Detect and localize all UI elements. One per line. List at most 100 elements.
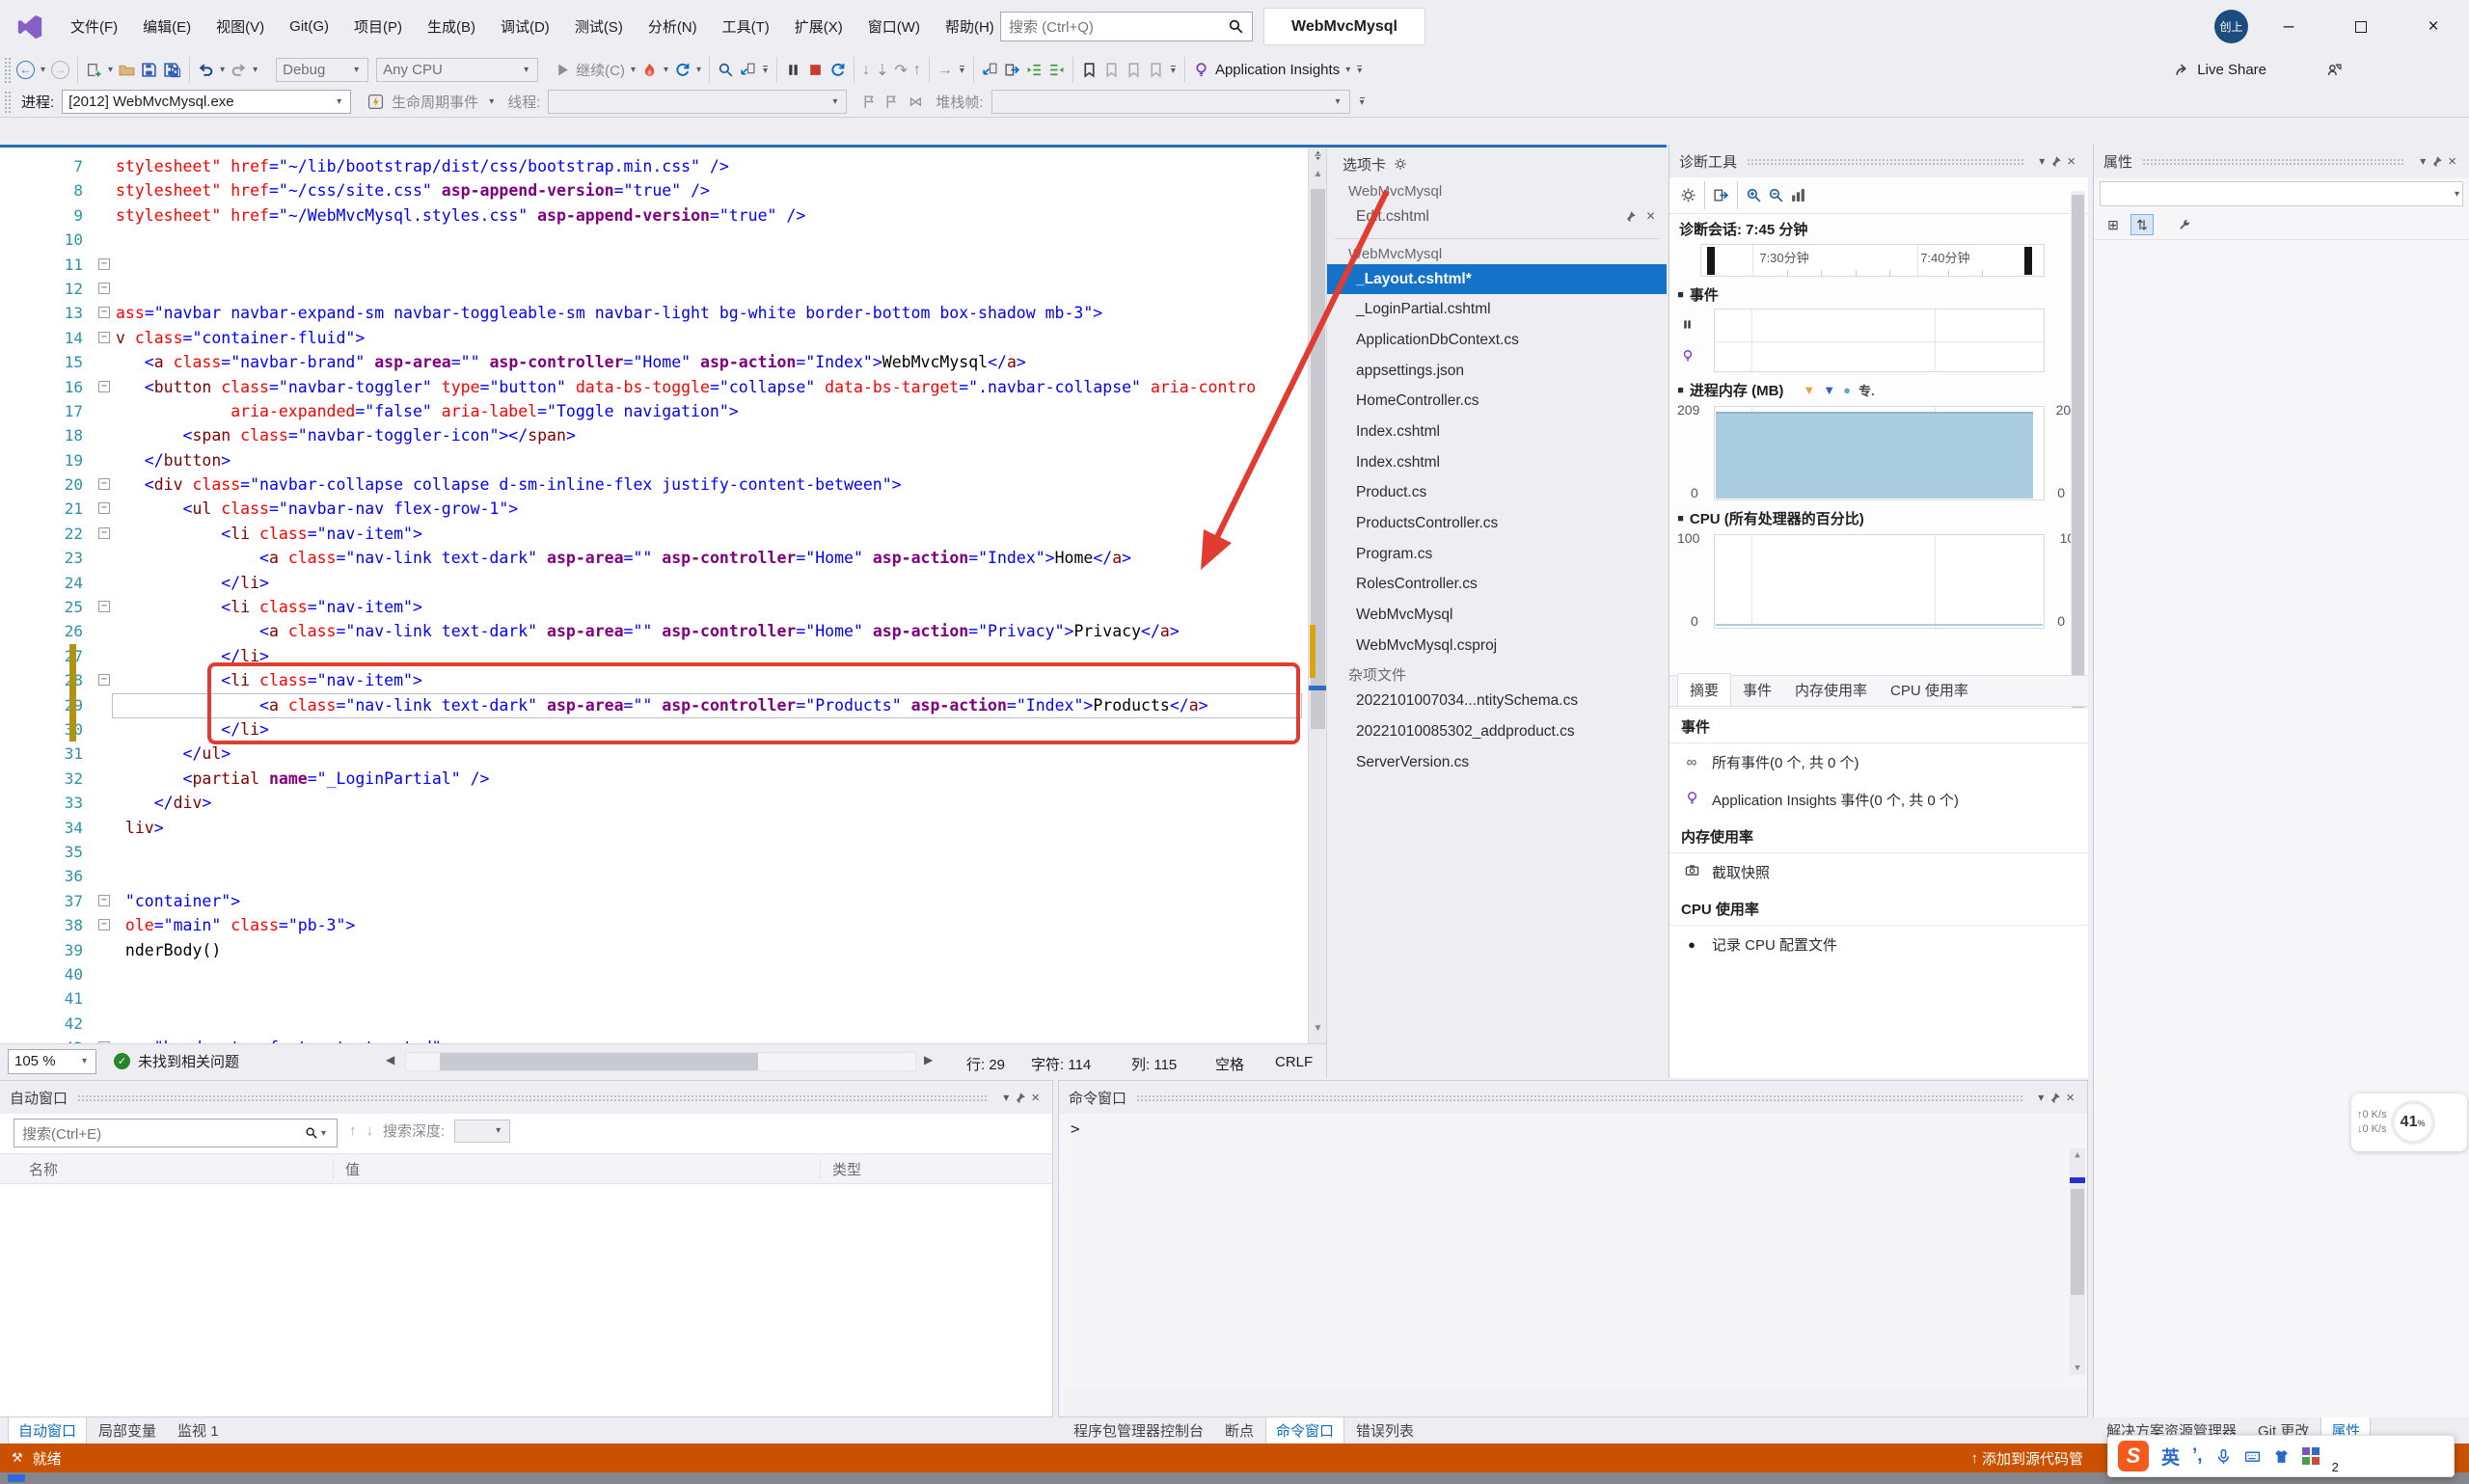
interactive-window-button[interactable] (1001, 58, 1023, 83)
step-into-button[interactable]: ↓ (859, 58, 873, 83)
step-out-arrow-button[interactable]: ↷ (891, 58, 909, 83)
menu-item-5[interactable]: 生成(B) (415, 11, 488, 42)
windows-taskbar-edge[interactable] (0, 1472, 2469, 1484)
timeline-range-start[interactable] (1707, 247, 1715, 275)
cpu-section-header[interactable]: ◆CPU (所有处理器的百分比) (1669, 500, 2088, 532)
menu-item-9[interactable]: 工具(T) (710, 11, 782, 42)
zoom-out-icon[interactable] (1765, 183, 1787, 208)
next-match-icon[interactable]: ↓ (366, 1122, 374, 1139)
events-section-header[interactable]: ◆事件 (1669, 277, 2088, 309)
menu-item-7[interactable]: 测试(S) (562, 11, 636, 42)
next-bookmark-button[interactable] (1123, 58, 1145, 83)
pin-icon[interactable] (2430, 155, 2443, 168)
menu-item-10[interactable]: 扩展(X) (782, 11, 855, 42)
menu-item-1[interactable]: 编辑(E) (130, 11, 203, 42)
column-name[interactable]: 名称 (0, 1159, 333, 1179)
step-out-button[interactable]: ↑ (910, 58, 924, 83)
hscrollbar-thumb[interactable] (440, 1053, 758, 1070)
window-menu-icon[interactable]: ▾ (2039, 154, 2045, 168)
tab-item-ServerVersion.cs[interactable]: ServerVersion.cs (1327, 747, 1667, 778)
menu-item-6[interactable]: 调试(D) (488, 11, 562, 42)
memory-section-header[interactable]: ◆进程内存 (MB) ▼ ▼ ● 专. (1669, 372, 2088, 404)
save-button[interactable] (138, 58, 160, 83)
tab-item-HomeController.cs[interactable]: HomeController.cs (1327, 386, 1667, 417)
increase-indent-button[interactable] (1045, 58, 1068, 83)
quick-search-box[interactable]: 搜索 (Ctrl+Q) (1000, 12, 1253, 41)
tab-item-Product.cs[interactable]: Product.cs (1327, 478, 1667, 509)
clear-bookmarks-button[interactable] (1145, 58, 1167, 83)
tab-item-20221010085302_addproduct.cs[interactable]: 20221010085302_addproduct.cs (1327, 716, 1667, 747)
close-button[interactable]: × (2411, 0, 2455, 53)
menu-item-8[interactable]: 分析(N) (636, 11, 710, 42)
ime-punctuation-toggle[interactable]: ’, (2192, 1445, 2203, 1467)
continue-button[interactable]: 继续(C) (552, 58, 628, 83)
live-share-button[interactable]: Live Share (2171, 58, 2269, 83)
tab-item-RolesController.cs[interactable]: RolesController.cs (1327, 570, 1667, 601)
record-cpu-profile-row[interactable]: ●记录 CPU 配置文件 (1669, 926, 2088, 963)
solution-configuration-dropdown[interactable]: Debug▾ (276, 58, 368, 82)
wrench-icon[interactable] (2173, 214, 2196, 235)
restart-button[interactable] (671, 58, 693, 83)
code-editor[interactable]: 7stylesheet" href="~/lib/bootstrap/dist/… (0, 148, 1308, 1043)
restart-debugging-button[interactable] (827, 58, 849, 83)
thread-dropdown[interactable]: ▾ (548, 90, 847, 114)
scroll-down-arrow[interactable]: ▼ (1309, 1023, 1327, 1034)
diag-tab-0[interactable]: 摘要 (1677, 673, 1731, 706)
scrollbar-thumb[interactable] (2071, 1189, 2084, 1295)
fold-margin[interactable]: − (96, 1036, 116, 1043)
navigate-forward-button[interactable]: → (48, 58, 72, 83)
pin-icon[interactable] (2048, 1092, 2061, 1104)
fold-margin[interactable]: − (96, 277, 116, 301)
column-value[interactable]: 值 (333, 1159, 820, 1179)
window-menu-icon[interactable]: ▾ (2038, 1091, 2044, 1104)
toggle-flagged-icon[interactable]: ⋈ (909, 94, 922, 110)
minimize-button[interactable]: – (2266, 0, 2311, 53)
solution-platform-dropdown[interactable]: Any CPU▾ (376, 58, 538, 82)
gear-icon[interactable] (1394, 157, 1407, 171)
all-events-row[interactable]: ∞所有事件(0 个, 共 0 个) (1669, 743, 2088, 781)
stackframe-dropdown[interactable]: ▾ (991, 90, 1350, 114)
autos-grid-body[interactable] (0, 1184, 1052, 1398)
fold-margin[interactable]: − (96, 668, 116, 692)
background-tasks-icon[interactable]: ⚒ (12, 1450, 23, 1466)
fold-margin[interactable]: − (96, 497, 116, 521)
fold-margin[interactable]: − (96, 253, 116, 277)
prev-match-icon[interactable]: ↑ (349, 1122, 357, 1139)
reset-view-icon[interactable] (1787, 183, 1809, 208)
command-scrollbar[interactable]: ▲ ▼ (2070, 1148, 2085, 1375)
feedback-person-icon[interactable] (2323, 58, 2346, 83)
scroll-up-arrow[interactable]: ▲ (1309, 169, 1327, 179)
window-menu-icon[interactable]: ▾ (2420, 154, 2426, 168)
take-snapshot-row[interactable]: 截取快照 (1669, 853, 2088, 891)
fold-margin[interactable]: − (96, 375, 116, 399)
close-icon[interactable]: × (2067, 153, 2076, 170)
scroll-down-arrow[interactable]: ▼ (2070, 1363, 2085, 1373)
close-icon[interactable]: × (1031, 1090, 1040, 1106)
bottom-tab-middle-0[interactable]: 程序包管理器控制台 (1064, 1417, 1213, 1444)
command-input-area[interactable]: > ▲ ▼ (1059, 1114, 2087, 1389)
find-in-files-button[interactable] (715, 58, 737, 83)
editor-vertical-scrollbar[interactable]: ▲ ▼ (1308, 148, 1326, 1043)
tab-item-WebMvcMysql.csproj[interactable]: WebMvcMysql.csproj (1327, 631, 1667, 661)
column-type[interactable]: 类型 (820, 1159, 1052, 1179)
diag-tab-3[interactable]: CPU 使用率 (1879, 674, 1980, 706)
bottom-tab-left-1[interactable]: 局部变量 (89, 1417, 166, 1444)
lifecycle-events-button[interactable]: 生命周期事件▾ (365, 90, 500, 115)
bottom-tab-left-2[interactable]: 监视 1 (168, 1417, 229, 1444)
tab-item-Program.cs[interactable]: Program.cs (1327, 539, 1667, 570)
tab-item-ProductsController.cs[interactable]: ProductsController.cs (1327, 508, 1667, 539)
settings-gear-icon[interactable] (1677, 183, 1699, 208)
fold-margin[interactable]: − (96, 472, 116, 497)
fold-margin[interactable]: − (96, 326, 116, 350)
sogou-logo-icon[interactable]: S (2118, 1441, 2149, 1471)
tab-item-_Layout.cshtml-[interactable]: _Layout.cshtml* (1327, 264, 1667, 295)
diag-tab-2[interactable]: 内存使用率 (1783, 674, 1879, 706)
stop-debugging-button[interactable] (804, 58, 827, 83)
application-insights-button[interactable]: Application Insights (1190, 58, 1343, 83)
export-icon[interactable] (1710, 183, 1732, 208)
menu-item-4[interactable]: 项目(P) (341, 11, 415, 42)
decrease-indent-button[interactable] (1023, 58, 1045, 83)
window-menu-icon[interactable]: ▾ (1003, 1091, 1009, 1104)
close-icon[interactable]: × (2448, 153, 2456, 170)
app-insights-events-row[interactable]: Application Insights 事件(0 个, 共 0 个) (1669, 781, 2088, 819)
